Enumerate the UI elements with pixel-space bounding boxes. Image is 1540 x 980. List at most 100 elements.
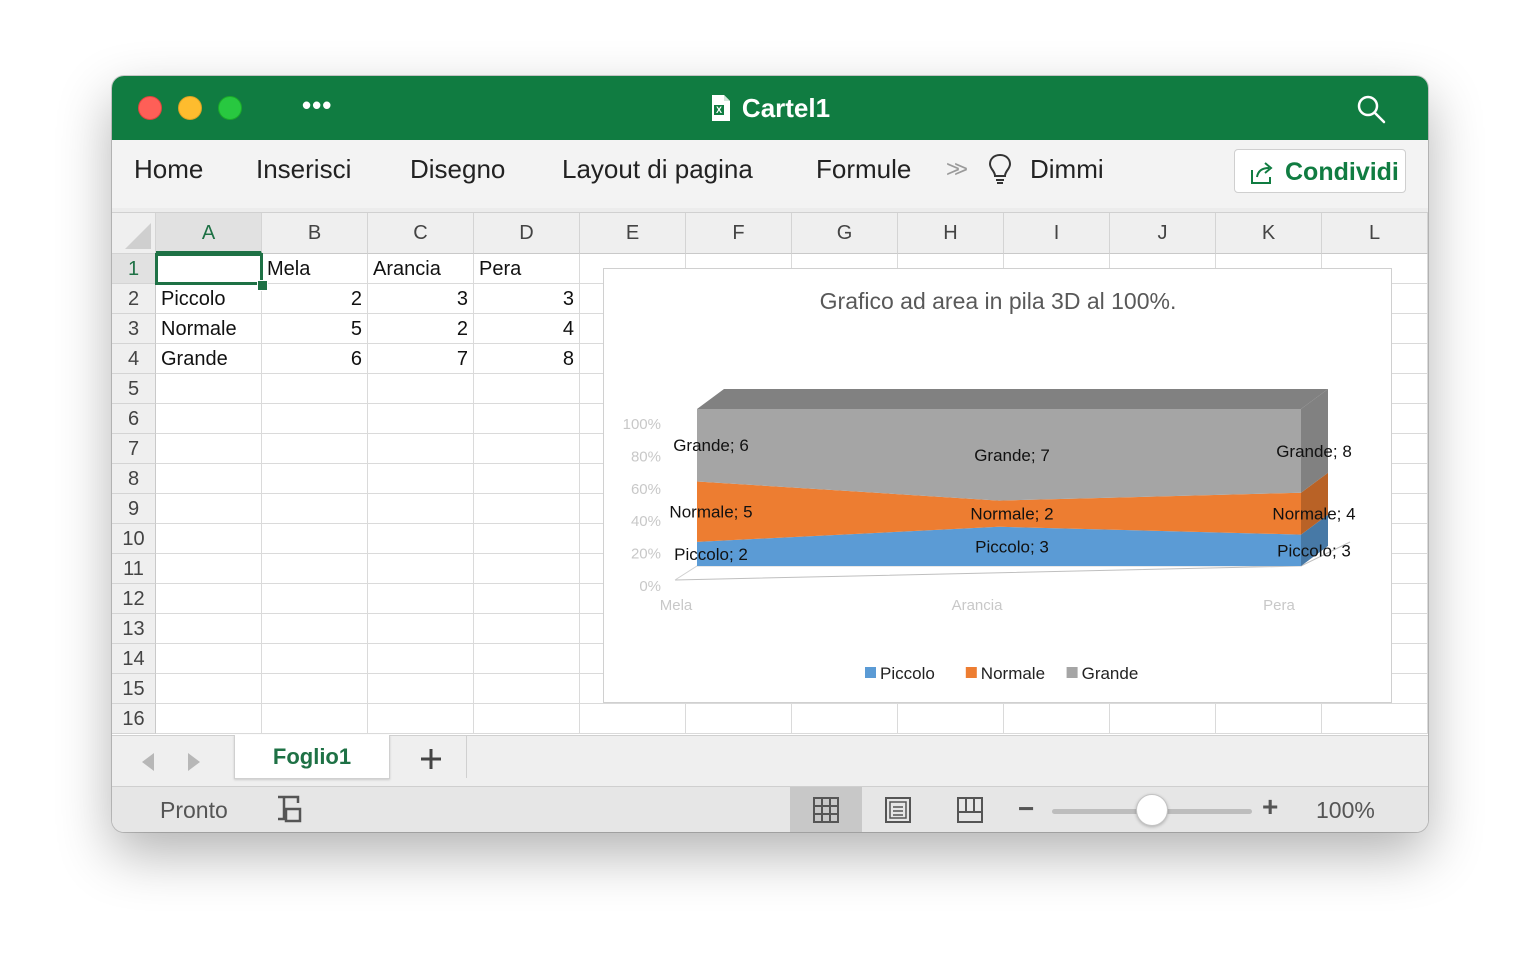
cell-d12[interactable] <box>474 584 580 614</box>
cell-d1[interactable]: Pera <box>474 254 580 284</box>
fill-handle[interactable] <box>257 280 268 291</box>
cell-c6[interactable] <box>368 404 474 434</box>
column-header-c[interactable]: C <box>368 213 474 254</box>
cell-c13[interactable] <box>368 614 474 644</box>
column-header-l[interactable]: L <box>1322 213 1428 254</box>
cell-a4[interactable]: Grande <box>156 344 262 374</box>
zoom-level[interactable]: 100% <box>1316 797 1375 824</box>
cell-d6[interactable] <box>474 404 580 434</box>
lightbulb-icon[interactable] <box>986 152 1014 186</box>
normal-view-button[interactable] <box>790 787 862 832</box>
cell-c14[interactable] <box>368 644 474 674</box>
ribbon-overflow-chevron-icon[interactable]: >> <box>946 156 968 184</box>
share-button[interactable]: Condividi <box>1234 149 1406 193</box>
cell-d15[interactable] <box>474 674 580 704</box>
row-header-10[interactable]: 10 <box>112 524 156 554</box>
column-header-i[interactable]: I <box>1004 213 1110 254</box>
cell-c9[interactable] <box>368 494 474 524</box>
cell-h16[interactable] <box>898 704 1004 734</box>
cell-b16[interactable] <box>262 704 368 734</box>
cell-k16[interactable] <box>1216 704 1322 734</box>
cell-d16[interactable] <box>474 704 580 734</box>
zoom-in-button[interactable]: + <box>1262 791 1278 823</box>
cell-a14[interactable] <box>156 644 262 674</box>
column-header-j[interactable]: J <box>1110 213 1216 254</box>
cell-d2[interactable]: 3 <box>474 284 580 314</box>
cell-a7[interactable] <box>156 434 262 464</box>
tab-inserisci[interactable]: Inserisci <box>256 154 351 185</box>
cell-a3[interactable]: Normale <box>156 314 262 344</box>
macro-record-icon[interactable] <box>272 793 306 825</box>
row-header-13[interactable]: 13 <box>112 614 156 644</box>
tab-home[interactable]: Home <box>134 154 203 185</box>
cell-c16[interactable] <box>368 704 474 734</box>
cell-e16[interactable] <box>580 704 686 734</box>
cell-a15[interactable] <box>156 674 262 704</box>
row-header-3[interactable]: 3 <box>112 314 156 344</box>
cell-c12[interactable] <box>368 584 474 614</box>
row-header-1[interactable]: 1 <box>112 254 156 284</box>
cell-j16[interactable] <box>1110 704 1216 734</box>
tab-layout-di-pagina[interactable]: Layout di pagina <box>562 154 753 185</box>
cell-b12[interactable] <box>262 584 368 614</box>
cell-a5[interactable] <box>156 374 262 404</box>
row-header-8[interactable]: 8 <box>112 464 156 494</box>
cell-g16[interactable] <box>792 704 898 734</box>
cell-b6[interactable] <box>262 404 368 434</box>
cell-d8[interactable] <box>474 464 580 494</box>
sheet-tab-foglio1[interactable]: Foglio1 <box>234 735 390 779</box>
cell-a8[interactable] <box>156 464 262 494</box>
tell-me-box[interactable]: Dimmi <box>1030 154 1104 185</box>
cell-d3[interactable]: 4 <box>474 314 580 344</box>
row-header-14[interactable]: 14 <box>112 644 156 674</box>
tab-formule[interactable]: Formule <box>816 154 911 185</box>
cell-c8[interactable] <box>368 464 474 494</box>
cell-b10[interactable] <box>262 524 368 554</box>
cell-d14[interactable] <box>474 644 580 674</box>
column-header-g[interactable]: G <box>792 213 898 254</box>
cell-a10[interactable] <box>156 524 262 554</box>
cell-d10[interactable] <box>474 524 580 554</box>
cell-a16[interactable] <box>156 704 262 734</box>
column-header-h[interactable]: H <box>898 213 1004 254</box>
cell-d11[interactable] <box>474 554 580 584</box>
cell-c3[interactable]: 2 <box>368 314 474 344</box>
row-header-12[interactable]: 12 <box>112 584 156 614</box>
column-header-b[interactable]: B <box>262 213 368 254</box>
cell-c15[interactable] <box>368 674 474 704</box>
tab-disegno[interactable]: Disegno <box>410 154 505 185</box>
cell-b1[interactable]: Mela <box>262 254 368 284</box>
cell-d9[interactable] <box>474 494 580 524</box>
cell-b11[interactable] <box>262 554 368 584</box>
column-header-k[interactable]: K <box>1216 213 1322 254</box>
cell-a9[interactable] <box>156 494 262 524</box>
cell-c1[interactable]: Arancia <box>368 254 474 284</box>
cell-d13[interactable] <box>474 614 580 644</box>
cell-a2[interactable]: Piccolo <box>156 284 262 314</box>
cell-a6[interactable] <box>156 404 262 434</box>
row-header-4[interactable]: 4 <box>112 344 156 374</box>
page-break-view-button[interactable] <box>934 787 1006 832</box>
cell-d7[interactable] <box>474 434 580 464</box>
row-header-7[interactable]: 7 <box>112 434 156 464</box>
row-header-6[interactable]: 6 <box>112 404 156 434</box>
page-layout-view-button[interactable] <box>862 787 934 832</box>
cell-b15[interactable] <box>262 674 368 704</box>
cell-b13[interactable] <box>262 614 368 644</box>
cell-a11[interactable] <box>156 554 262 584</box>
cell-c2[interactable]: 3 <box>368 284 474 314</box>
cell-b8[interactable] <box>262 464 368 494</box>
cell-b14[interactable] <box>262 644 368 674</box>
row-header-16[interactable]: 16 <box>112 704 156 734</box>
cell-b5[interactable] <box>262 374 368 404</box>
cell-b7[interactable] <box>262 434 368 464</box>
cell-c7[interactable] <box>368 434 474 464</box>
chart-area[interactable]: Grafico ad area in pila 3D al 100%. 0% 20%… <box>603 268 1392 703</box>
cell-b2[interactable]: 2 <box>262 284 368 314</box>
row-header-9[interactable]: 9 <box>112 494 156 524</box>
zoom-out-button[interactable]: − <box>1018 793 1034 825</box>
cell-l16[interactable] <box>1322 704 1428 734</box>
cell-f16[interactable] <box>686 704 792 734</box>
row-header-2[interactable]: 2 <box>112 284 156 314</box>
cell-b3[interactable]: 5 <box>262 314 368 344</box>
